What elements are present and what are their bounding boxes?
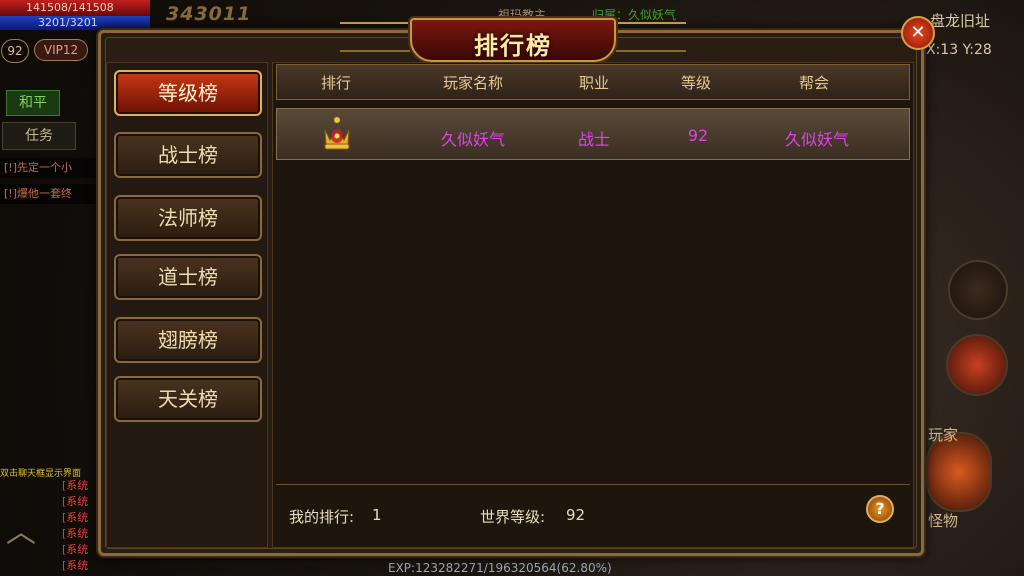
target-monster-label[interactable]: 怪物 [928,510,958,531]
chat-line: [系统 [62,559,89,572]
col-rank: 排行 [320,74,351,92]
player-class-cell: 战士 [577,130,610,149]
close-button[interactable]: ✕ [901,16,935,50]
combat-power: 343011 [166,3,252,25]
vip-badge[interactable]: VIP12 [34,39,88,61]
chat-expand-icon[interactable]: ︿ [6,518,50,548]
task-tab[interactable]: 任务 [2,122,76,150]
col-player-name: 玩家名称 [442,74,503,92]
map-coords: X:13 Y:28 [926,42,992,58]
tab-wings-rank[interactable]: 翅膀榜 [114,317,262,363]
player-level-cell: 92 [687,126,709,145]
hp-value: 141508/141508 [26,1,114,14]
crown-icon [324,117,350,150]
player-level-badge: 92 [1,39,29,63]
close-x-icon: ✕ [910,22,926,43]
title-wing-right-icon [616,22,686,52]
player-name-cell: 久似妖气 [440,130,505,149]
col-guild: 帮会 [798,74,829,92]
col-level: 等级 [680,74,711,92]
quest-item[interactable]: [!]先定一个小 [0,158,98,178]
skill-slot-icon[interactable] [948,260,1008,320]
my-rank-value: 1 [372,506,382,524]
quest-item[interactable]: [!]爆他一套终 [0,184,98,204]
exp-readout: EXP:123282271/196320564(62.80%) [388,561,612,575]
help-button[interactable]: ? [866,495,894,523]
panel-title: 排行榜 [474,32,552,60]
mp-value: 3201/3201 [38,16,98,29]
tab-level-rank[interactable]: 等级榜 [114,70,262,116]
chat-line: [系统 [62,495,89,508]
tab-mage-rank[interactable]: 法师榜 [114,195,262,241]
world-level-label: 世界等级: [480,508,546,526]
player-guild-cell: 久似妖气 [784,130,849,149]
tab-tower-rank[interactable]: 天关榜 [114,376,262,422]
target-player-label[interactable]: 玩家 [928,424,958,445]
mp-bar: 3201/3201 [0,16,150,30]
tab-warrior-rank[interactable]: 战士榜 [114,132,262,178]
my-rank-label: 我的排行: [289,508,355,526]
map-name: 盘龙旧址 [930,12,991,30]
attack-mode-button[interactable]: 和平 [6,90,60,116]
chat-line: [系统 [62,543,89,556]
col-class: 职业 [578,74,609,92]
fire-skill-icon[interactable] [946,334,1008,396]
chat-line: [系统 [62,479,89,492]
footer-divider [276,484,910,485]
hp-bar: 141508/141508 [0,0,150,16]
chat-line: [系统 [62,511,89,524]
title-wing-left-icon [340,22,410,52]
question-mark-icon: ? [875,499,885,518]
tab-taoist-rank[interactable]: 道士榜 [114,254,262,300]
chat-line: [系统 [62,527,89,540]
world-level-value: 92 [566,506,586,524]
